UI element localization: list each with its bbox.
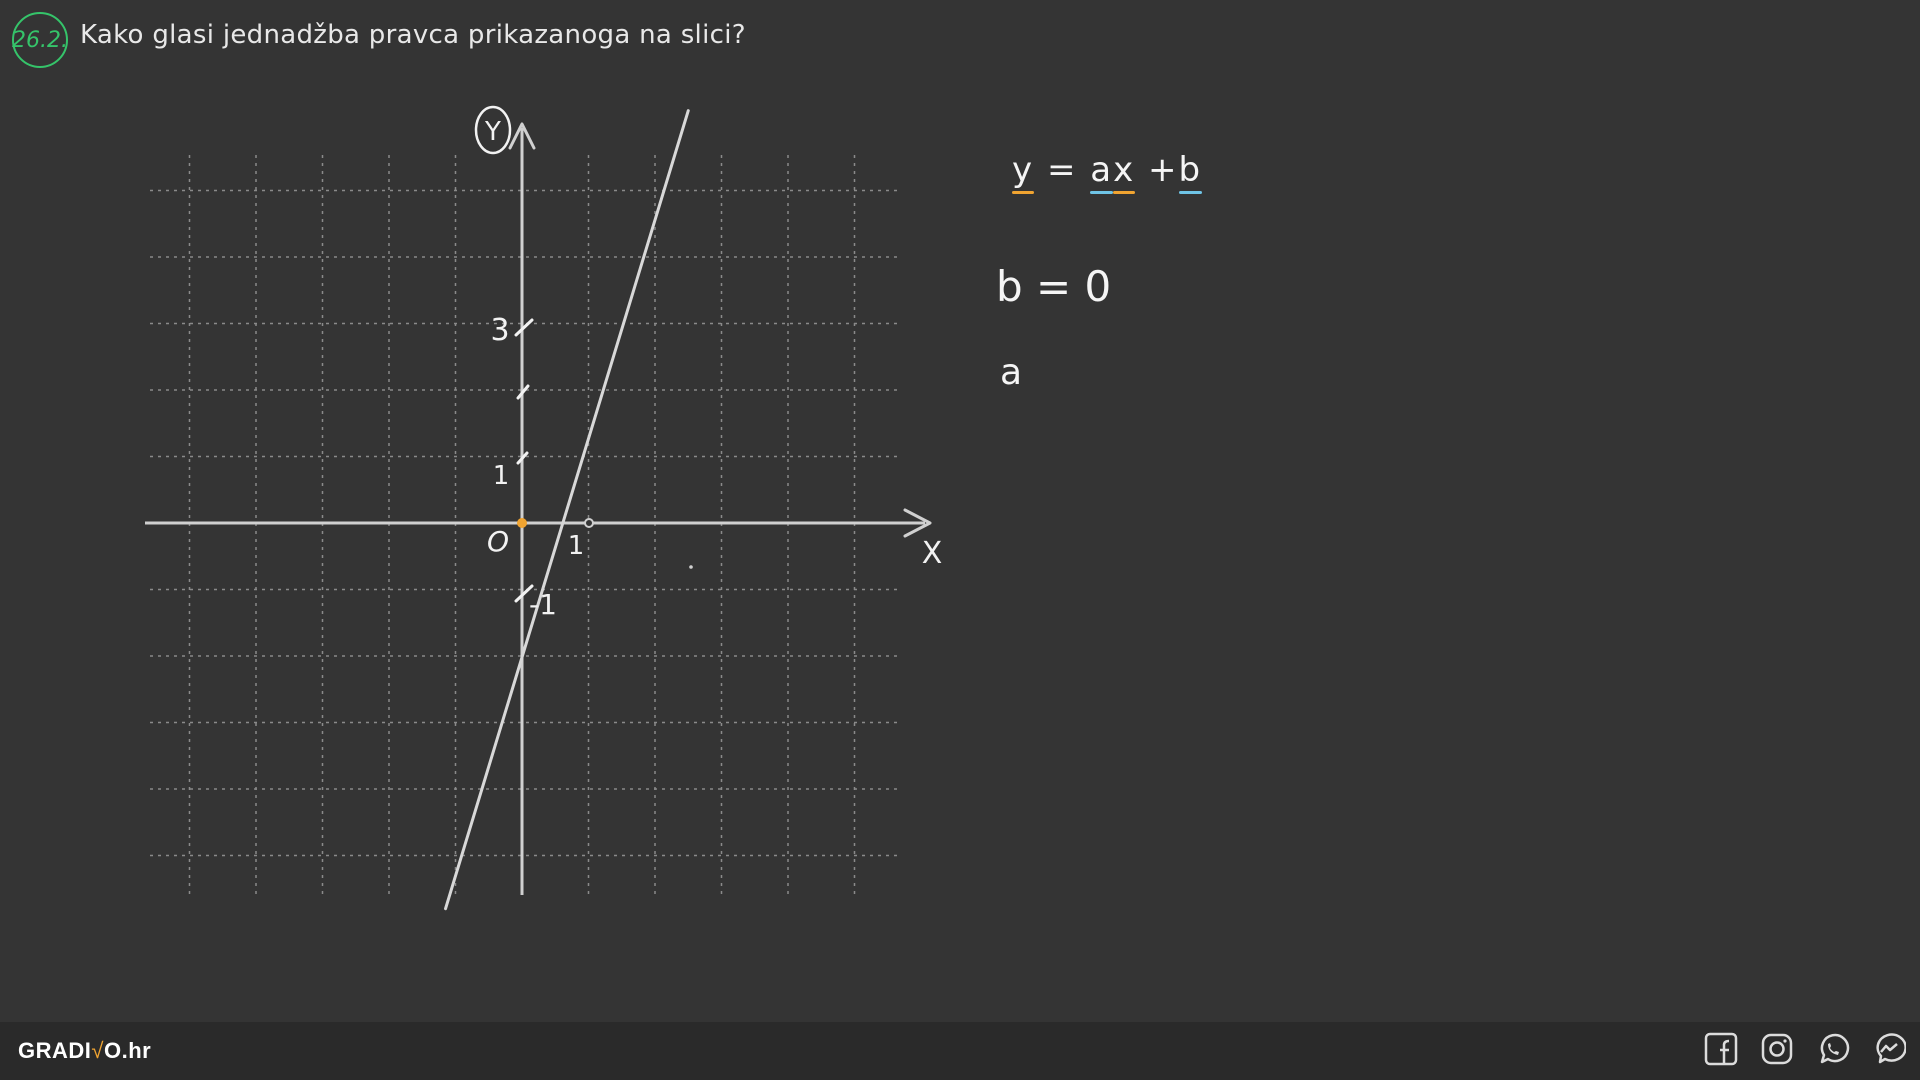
x-tick-label-1: 1	[568, 531, 585, 561]
origin-label: O	[487, 525, 509, 558]
whiteboard: 26.2. Kako glasi jednadžba pravca prikaz…	[0, 0, 1920, 1022]
coordinate-graph: Y X O 1 3 1 -1	[145, 105, 943, 911]
a-note: a	[1000, 352, 1023, 393]
x-axis-label: X	[922, 536, 943, 571]
eq-b: b	[1178, 150, 1203, 194]
y-axis-label-group: Y	[474, 105, 512, 155]
social-links	[1704, 1032, 1906, 1066]
y-tick-3	[514, 318, 534, 337]
eq-x: x	[1113, 150, 1136, 194]
axes	[145, 122, 932, 895]
eq-y: y	[1012, 150, 1035, 194]
eq-equals: =	[1046, 150, 1078, 190]
brand-logo[interactable]: GRADI√O.hr	[18, 1038, 151, 1064]
x-tick-1	[584, 518, 594, 528]
brand-suffix: O.hr	[103, 1038, 152, 1063]
facebook-icon[interactable]	[1704, 1032, 1738, 1066]
b-value-note: b = 0	[996, 262, 1112, 311]
y-tick-label-3: 3	[490, 313, 509, 348]
eq-a: a	[1090, 150, 1114, 194]
origin-marker	[517, 518, 527, 528]
chalk-dot	[689, 565, 693, 569]
y-axis-label: Y	[484, 117, 501, 147]
footer-bar: GRADI√O.hr	[0, 1022, 1920, 1080]
brand-sqrt: √	[91, 1038, 104, 1063]
y-tick-label-minus-1: -1	[529, 588, 557, 621]
brand-prefix: GRADI	[18, 1038, 92, 1063]
instagram-icon[interactable]	[1760, 1032, 1794, 1066]
eq-plus: +	[1148, 150, 1179, 190]
messenger-icon[interactable]	[1872, 1032, 1906, 1066]
general-equation: y = ax +b	[1012, 150, 1203, 194]
whatsapp-icon[interactable]	[1816, 1032, 1850, 1066]
y-tick-label-1: 1	[493, 461, 510, 491]
